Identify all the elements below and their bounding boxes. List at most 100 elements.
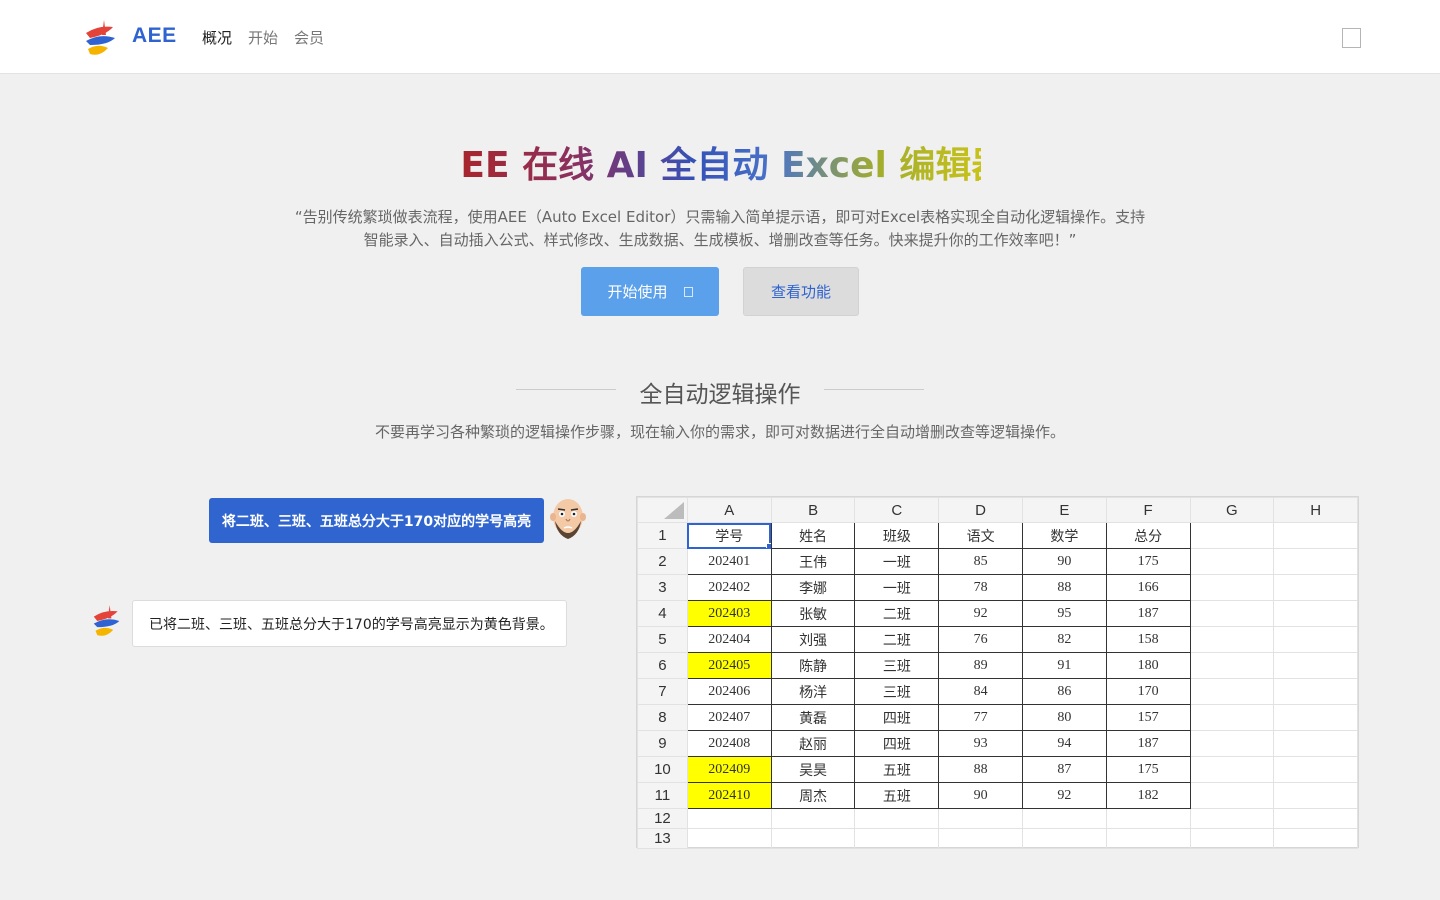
sheet-cell[interactable] — [1105, 808, 1191, 829]
sheet-cell[interactable]: 姓名 — [770, 522, 856, 549]
sheet-cell[interactable]: 158 — [1105, 626, 1191, 653]
sheet-cell[interactable] — [1189, 600, 1275, 627]
sheet-cell[interactable] — [938, 808, 1023, 829]
column-header[interactable]: E — [1021, 497, 1107, 523]
sheet-cell[interactable] — [1105, 828, 1191, 849]
sheet-cell[interactable]: 四班 — [854, 730, 940, 757]
column-header[interactable]: C — [854, 497, 940, 523]
sheet-cell[interactable] — [1189, 574, 1275, 601]
sheet-cell[interactable] — [938, 828, 1023, 849]
sheet-cell[interactable] — [1273, 600, 1358, 627]
sheet-cell[interactable] — [1273, 678, 1358, 705]
sheet-cell[interactable]: 黄磊 — [770, 704, 856, 731]
sheet-cell[interactable] — [1273, 548, 1358, 575]
sheet-cell[interactable]: 杨洋 — [770, 678, 856, 705]
sheet-cell[interactable]: 李娜 — [770, 574, 856, 601]
sheet-cell[interactable]: 88 — [938, 756, 1023, 783]
sheet-cell[interactable] — [1273, 782, 1358, 809]
start-button[interactable]: 开始使用 — [581, 267, 719, 316]
row-header[interactable]: 3 — [637, 574, 688, 601]
sheet-cell[interactable]: 一班 — [854, 548, 940, 575]
row-header[interactable]: 12 — [637, 808, 688, 829]
row-header[interactable]: 6 — [637, 652, 688, 679]
sheet-cell[interactable]: 张敏 — [770, 600, 856, 627]
sheet-cell[interactable] — [1273, 828, 1358, 849]
sheet-cell[interactable]: 84 — [938, 678, 1023, 705]
sheet-cell[interactable]: 170 — [1105, 678, 1191, 705]
sheet-cell[interactable]: 76 — [938, 626, 1023, 653]
column-header[interactable]: G — [1189, 497, 1275, 523]
sheet-cell[interactable] — [1189, 808, 1275, 829]
sheet-cell[interactable]: 90 — [1021, 548, 1107, 575]
column-header[interactable]: H — [1273, 497, 1358, 523]
sheet-cell[interactable]: 班级 — [854, 522, 940, 549]
fill-handle[interactable] — [765, 543, 771, 548]
sheet-cell[interactable] — [1273, 730, 1358, 757]
sheet-cell[interactable]: 陈静 — [770, 652, 856, 679]
sheet-cell[interactable]: 语文 — [938, 522, 1023, 549]
sheet-cell[interactable] — [1189, 678, 1275, 705]
sheet-cell[interactable] — [1273, 704, 1358, 731]
sheet-cell[interactable]: 91 — [1021, 652, 1107, 679]
aee-logo-icon[interactable] — [84, 19, 118, 57]
sheet-cell[interactable]: 90 — [938, 782, 1023, 809]
sheet-cell[interactable]: 175 — [1105, 756, 1191, 783]
nav-item-membership[interactable]: 会员 — [294, 27, 324, 48]
sheet-cell[interactable]: 182 — [1105, 782, 1191, 809]
view-features-button[interactable]: 查看功能 — [743, 267, 859, 316]
select-all-corner[interactable] — [637, 497, 688, 523]
sheet-cell[interactable]: 一班 — [854, 574, 940, 601]
sheet-cell[interactable] — [1189, 756, 1275, 783]
sheet-cell[interactable]: 77 — [938, 704, 1023, 731]
sheet-cell[interactable]: 202406 — [686, 678, 772, 705]
sheet-cell[interactable]: 202409 — [686, 756, 772, 783]
sheet-cell[interactable] — [1021, 828, 1107, 849]
sheet-cell[interactable] — [770, 808, 856, 829]
sheet-cell[interactable] — [1189, 782, 1275, 809]
brand-name[interactable]: AEE — [132, 24, 177, 48]
sheet-cell[interactable]: 166 — [1105, 574, 1191, 601]
sheet-cell[interactable]: 94 — [1021, 730, 1107, 757]
sheet-cell[interactable]: 180 — [1105, 652, 1191, 679]
sheet-cell[interactable]: 202402 — [686, 574, 772, 601]
sheet-cell[interactable]: 学号 — [686, 522, 772, 549]
row-header[interactable]: 5 — [637, 626, 688, 653]
row-header[interactable]: 13 — [637, 828, 688, 849]
menu-icon[interactable] — [1342, 28, 1361, 48]
sheet-cell[interactable] — [1189, 522, 1275, 549]
row-header[interactable]: 1 — [637, 522, 688, 549]
sheet-cell[interactable]: 三班 — [854, 652, 940, 679]
sheet-cell[interactable] — [686, 808, 772, 829]
sheet-cell[interactable] — [686, 828, 772, 849]
sheet-cell[interactable] — [1273, 626, 1358, 653]
sheet-cell[interactable] — [854, 828, 940, 849]
spreadsheet-preview[interactable]: A B C D E F G H 1 学号 姓名 班级 语文 数学 总分 2 202401 王伟 一班… — [636, 496, 1359, 849]
sheet-cell[interactable] — [1189, 626, 1275, 653]
row-header[interactable]: 2 — [637, 548, 688, 575]
column-header[interactable]: A — [686, 497, 772, 523]
sheet-cell[interactable]: 赵丽 — [770, 730, 856, 757]
sheet-cell[interactable] — [1273, 756, 1358, 783]
sheet-cell[interactable]: 202410 — [686, 782, 772, 809]
sheet-cell[interactable]: 202405 — [686, 652, 772, 679]
sheet-cell[interactable]: 四班 — [854, 704, 940, 731]
sheet-cell[interactable]: 202407 — [686, 704, 772, 731]
sheet-cell[interactable] — [1189, 704, 1275, 731]
sheet-cell[interactable]: 92 — [1021, 782, 1107, 809]
column-header[interactable]: F — [1105, 497, 1191, 523]
row-header[interactable]: 8 — [637, 704, 688, 731]
sheet-cell[interactable]: 周杰 — [770, 782, 856, 809]
sheet-cell[interactable]: 95 — [1021, 600, 1107, 627]
sheet-cell[interactable] — [854, 808, 940, 829]
sheet-cell[interactable]: 157 — [1105, 704, 1191, 731]
sheet-cell[interactable]: 二班 — [854, 626, 940, 653]
sheet-cell[interactable]: 二班 — [854, 600, 940, 627]
row-header[interactable]: 7 — [637, 678, 688, 705]
sheet-cell[interactable]: 202408 — [686, 730, 772, 757]
sheet-cell[interactable]: 88 — [1021, 574, 1107, 601]
row-header[interactable]: 10 — [637, 756, 688, 783]
column-header[interactable]: D — [938, 497, 1023, 523]
row-header[interactable]: 11 — [637, 782, 688, 809]
sheet-cell[interactable]: 82 — [1021, 626, 1107, 653]
sheet-cell[interactable]: 202403 — [686, 600, 772, 627]
